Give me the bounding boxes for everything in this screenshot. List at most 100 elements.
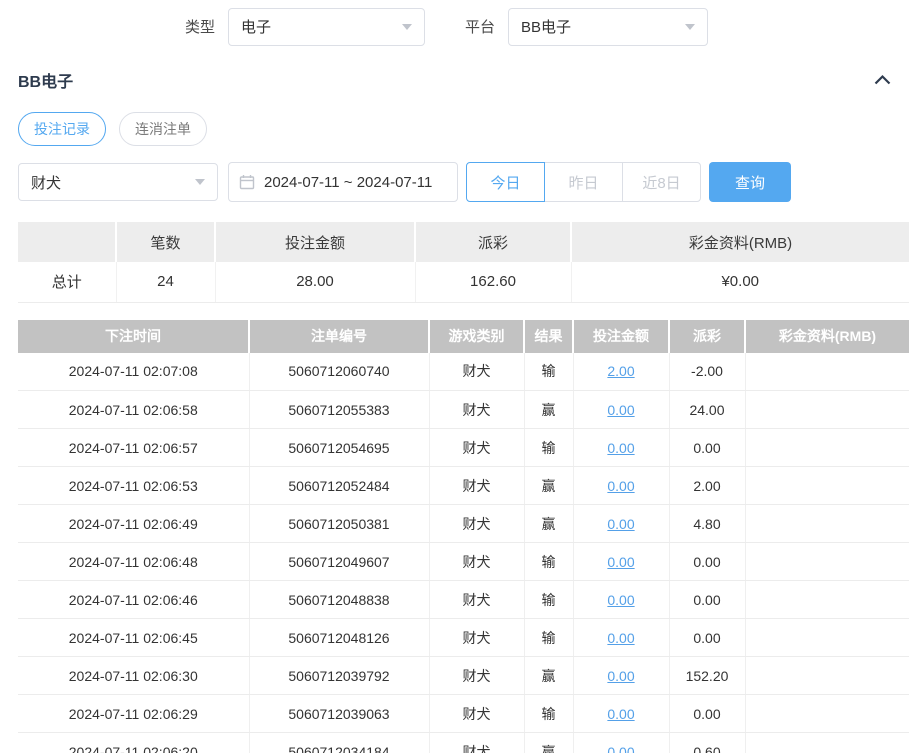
- cell-payout: 0.60: [669, 733, 745, 753]
- cell-bonus: [745, 581, 909, 619]
- cell-bonus: [745, 695, 909, 733]
- cell-order-number: 5060712039063: [249, 695, 429, 733]
- bet-amount-link[interactable]: 0.00: [607, 402, 634, 418]
- type-select[interactable]: 电子: [228, 8, 425, 46]
- cell-game-category: 财犬: [429, 467, 524, 505]
- cell-order-number: 5060712050381: [249, 505, 429, 543]
- cell-bet-time: 2024-07-11 02:06:49: [18, 505, 249, 543]
- platform-select-value: BB电子: [521, 16, 571, 37]
- cell-bonus: [745, 619, 909, 657]
- cell-game-category: 财犬: [429, 391, 524, 429]
- cell-bonus: [745, 505, 909, 543]
- cell-payout: 24.00: [669, 391, 745, 429]
- table-row: 2024-07-11 02:06:46 5060712048838 财犬 输 0…: [18, 581, 909, 619]
- cell-bet-amount: 2.00: [573, 353, 669, 391]
- table-row: 2024-07-11 02:06:45 5060712048126 财犬 输 0…: [18, 619, 909, 657]
- cell-payout: 0.00: [669, 581, 745, 619]
- tab-cancelled-orders[interactable]: 连消注单: [119, 112, 207, 146]
- summary-col-blank: [18, 222, 116, 262]
- cell-result: 赢: [524, 733, 573, 753]
- cell-order-number: 5060712034184: [249, 733, 429, 753]
- bet-amount-link[interactable]: 0.00: [607, 440, 634, 456]
- cell-order-number: 5060712048838: [249, 581, 429, 619]
- cell-result: 输: [524, 429, 573, 467]
- game-select-value: 财犬: [31, 172, 61, 193]
- bet-amount-link[interactable]: 0.00: [607, 516, 634, 532]
- cell-result: 赢: [524, 467, 573, 505]
- date-range-input[interactable]: 2024-07-11 ~ 2024-07-11: [228, 162, 458, 202]
- game-select[interactable]: 财犬: [18, 163, 218, 201]
- bet-amount-link[interactable]: 0.00: [607, 630, 634, 646]
- cell-bet-time: 2024-07-11 02:06:48: [18, 543, 249, 581]
- yesterday-button[interactable]: 昨日: [544, 162, 623, 202]
- table-row: 2024-07-11 02:06:49 5060712050381 财犬 赢 0…: [18, 505, 909, 543]
- cell-bet-time: 2024-07-11 02:07:08: [18, 353, 249, 391]
- table-row: 2024-07-11 02:06:58 5060712055383 财犬 赢 0…: [18, 391, 909, 429]
- record-tabs: 投注记录 连消注单: [0, 112, 909, 146]
- col-result: 结果: [524, 320, 573, 353]
- chevron-down-icon: [685, 24, 695, 30]
- table-row: 2024-07-11 02:07:08 5060712060740 财犬 输 2…: [18, 353, 909, 391]
- cell-result: 赢: [524, 657, 573, 695]
- bet-amount-link[interactable]: 2.00: [607, 363, 634, 379]
- cell-game-category: 财犬: [429, 733, 524, 753]
- bet-amount-link[interactable]: 0.00: [607, 668, 634, 684]
- cell-bet-time: 2024-07-11 02:06:29: [18, 695, 249, 733]
- cell-result: 输: [524, 353, 573, 391]
- date-shortcut-group: 今日 昨日 近8日: [466, 162, 701, 202]
- table-row: 2024-07-11 02:06:53 5060712052484 财犬 赢 0…: [18, 467, 909, 505]
- cell-payout: -2.00: [669, 353, 745, 391]
- col-bonus: 彩金资料(RMB): [745, 320, 909, 353]
- cell-bet-amount: 0.00: [573, 581, 669, 619]
- search-button[interactable]: 查询: [709, 162, 791, 202]
- table-row: 2024-07-11 02:06:57 5060712054695 财犬 输 0…: [18, 429, 909, 467]
- cell-game-category: 财犬: [429, 505, 524, 543]
- table-row: 2024-07-11 02:06:30 5060712039792 财犬 赢 0…: [18, 657, 909, 695]
- query-bar: 财犬 2024-07-11 ~ 2024-07-11 今日 昨日 近8日 查询: [0, 162, 909, 202]
- col-bet-time: 下注时间: [18, 320, 249, 353]
- summary-col-bet-amount: 投注金额: [215, 222, 415, 262]
- cell-payout: 2.00: [669, 467, 745, 505]
- summary-table: 笔数 投注金额 派彩 彩金资料(RMB) 总计 24 28.00 162.60 …: [18, 222, 909, 303]
- cell-game-category: 财犬: [429, 695, 524, 733]
- cell-result: 赢: [524, 391, 573, 429]
- cell-result: 输: [524, 695, 573, 733]
- col-game-category: 游戏类别: [429, 320, 524, 353]
- cell-bonus: [745, 733, 909, 753]
- cell-bonus: [745, 429, 909, 467]
- bet-amount-link[interactable]: 0.00: [607, 744, 634, 753]
- cell-game-category: 财犬: [429, 581, 524, 619]
- bet-records-table: 下注时间 注单编号 游戏类别 结果 投注金额 派彩 彩金资料(RMB) 2024…: [18, 320, 909, 753]
- table-row: 2024-07-11 02:06:20 5060712034184 财犬 赢 0…: [18, 733, 909, 753]
- cell-bonus: [745, 543, 909, 581]
- cell-bonus: [745, 657, 909, 695]
- bet-amount-link[interactable]: 0.00: [607, 592, 634, 608]
- last-8-days-button[interactable]: 近8日: [622, 162, 701, 202]
- bet-amount-link[interactable]: 0.00: [607, 478, 634, 494]
- cell-payout: 0.00: [669, 543, 745, 581]
- cell-bet-time: 2024-07-11 02:06:30: [18, 657, 249, 695]
- summary-total-label: 总计: [18, 262, 116, 302]
- cell-bet-amount: 0.00: [573, 429, 669, 467]
- chevron-up-icon: [874, 73, 891, 88]
- collapse-section-button[interactable]: [872, 71, 893, 90]
- platform-select[interactable]: BB电子: [508, 8, 708, 46]
- type-select-value: 电子: [241, 16, 271, 37]
- cell-payout: 0.00: [669, 619, 745, 657]
- summary-total-row: 总计 24 28.00 162.60 ¥0.00: [18, 262, 909, 302]
- cell-game-category: 财犬: [429, 353, 524, 391]
- detail-header-row: 下注时间 注单编号 游戏类别 结果 投注金额 派彩 彩金资料(RMB): [18, 320, 909, 353]
- cell-bet-amount: 0.00: [573, 505, 669, 543]
- bet-amount-link[interactable]: 0.00: [607, 706, 634, 722]
- bet-amount-link[interactable]: 0.00: [607, 554, 634, 570]
- summary-total-bonus: ¥0.00: [571, 262, 909, 302]
- col-payout: 派彩: [669, 320, 745, 353]
- cell-bet-time: 2024-07-11 02:06:45: [18, 619, 249, 657]
- cell-game-category: 财犬: [429, 619, 524, 657]
- cell-order-number: 5060712049607: [249, 543, 429, 581]
- section-header: BB电子: [0, 68, 909, 92]
- today-button[interactable]: 今日: [466, 162, 545, 202]
- cell-game-category: 财犬: [429, 429, 524, 467]
- tab-bet-records[interactable]: 投注记录: [18, 112, 106, 146]
- cell-order-number: 5060712039792: [249, 657, 429, 695]
